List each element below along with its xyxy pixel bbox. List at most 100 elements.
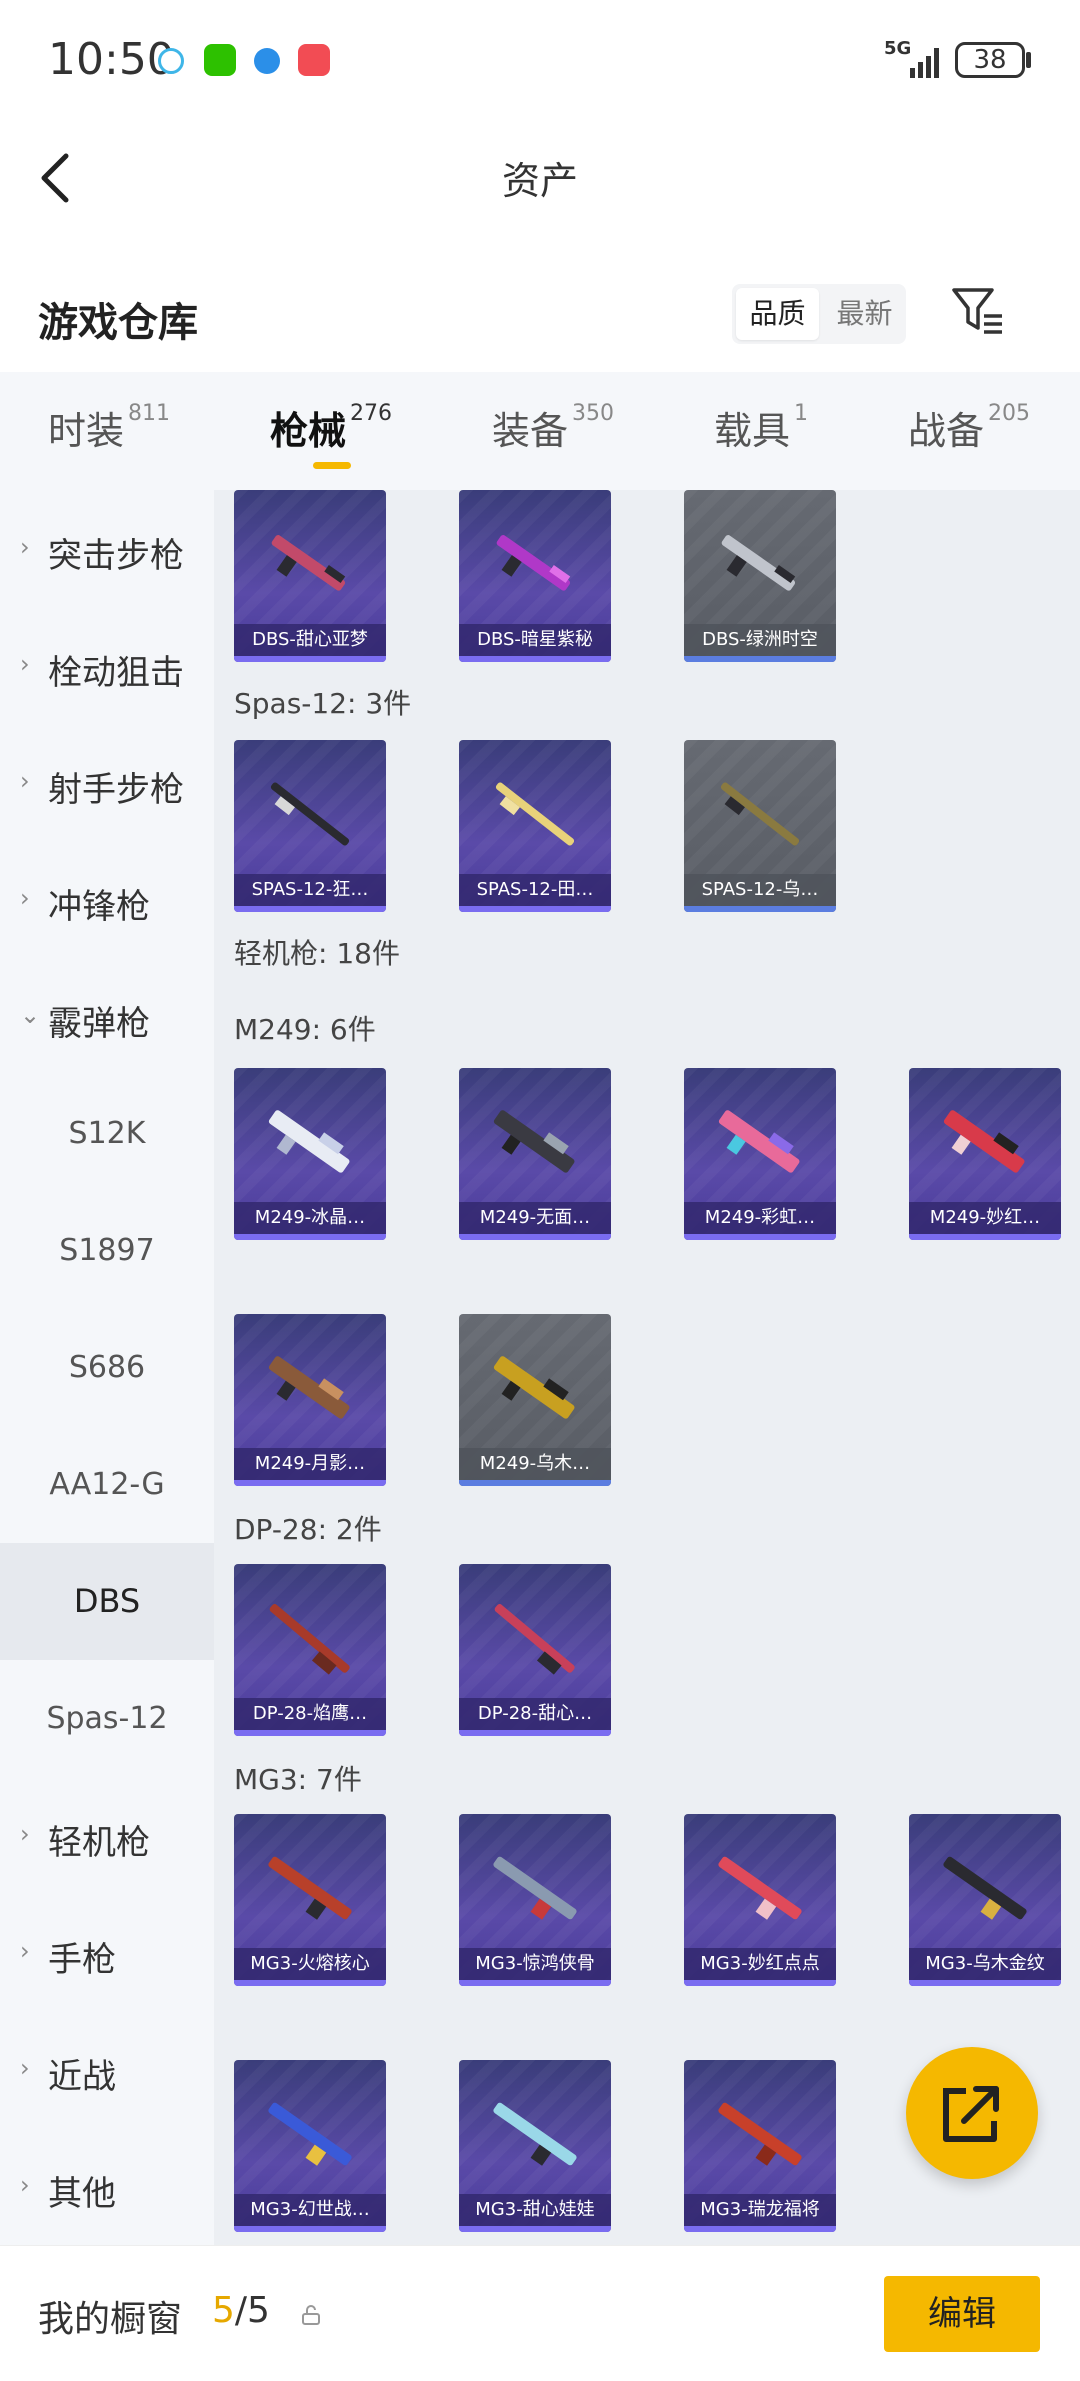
item-name: M249-无面… bbox=[459, 1202, 611, 1234]
gun-icon bbox=[718, 2102, 802, 2166]
gun-icon bbox=[493, 1110, 575, 1173]
tab-label: 装备 bbox=[492, 409, 569, 453]
rarity-bar bbox=[234, 656, 386, 662]
item-card[interactable]: MG3-乌木金纹 bbox=[909, 1814, 1061, 1986]
item-name: DP-28-焰鹰… bbox=[234, 1698, 386, 1730]
section-label-mg3: MG3: 7件 bbox=[234, 1763, 362, 1796]
item-name: SPAS-12-乌… bbox=[684, 874, 836, 906]
sidebar-item-marksman-rifle[interactable]: › 射手步枪 bbox=[0, 724, 214, 841]
sidebar-sub-s1897[interactable]: S1897 bbox=[0, 1192, 214, 1309]
sort-toggle[interactable]: 品质 最新 bbox=[732, 284, 906, 344]
sidebar-item-label: 冲锋枪 bbox=[48, 887, 150, 927]
item-card[interactable]: DP-28-甜心… bbox=[459, 1564, 611, 1736]
item-name: MG3-妙红点点 bbox=[684, 1948, 836, 1980]
signal-icon bbox=[910, 48, 939, 78]
sidebar-sub-dbs[interactable]: DBS bbox=[0, 1543, 214, 1660]
sidebar-item-bolt-sniper[interactable]: › 栓动狙击 bbox=[0, 607, 214, 724]
active-tab-indicator bbox=[313, 462, 351, 469]
rarity-bar bbox=[459, 906, 611, 912]
gun-icon bbox=[943, 1110, 1025, 1173]
item-card[interactable]: DBS-暗星紫秘 bbox=[459, 490, 611, 662]
section-label-spas12: Spas-12: 3件 bbox=[234, 687, 412, 720]
rarity-bar bbox=[459, 656, 611, 662]
gun-icon bbox=[268, 1356, 350, 1419]
tab-costume[interactable]: 时装 811 bbox=[48, 400, 170, 455]
rarity-bar bbox=[234, 1980, 386, 1986]
chevron-right-icon: › bbox=[20, 884, 30, 912]
chat-app-icon bbox=[158, 48, 184, 74]
sidebar-item-pistol[interactable]: › 手枪 bbox=[0, 1894, 214, 2011]
sidebar-sub-s12k[interactable]: S12K bbox=[0, 1075, 214, 1192]
filter-icon[interactable] bbox=[948, 282, 1006, 340]
item-card[interactable]: MG3-惊鸿侠骨 bbox=[459, 1814, 611, 1986]
item-card[interactable]: M249-妙红… bbox=[909, 1068, 1061, 1240]
sidebar-sub-spas12[interactable]: Spas-12 bbox=[0, 1660, 214, 1777]
gun-icon bbox=[493, 1356, 575, 1419]
rarity-bar bbox=[684, 1234, 836, 1240]
rarity-bar bbox=[234, 1234, 386, 1240]
item-card[interactable]: M249-月影… bbox=[234, 1314, 386, 1486]
tab-battle-gear[interactable]: 战备 205 bbox=[908, 400, 1030, 455]
gun-icon bbox=[268, 1856, 352, 1920]
item-card[interactable]: M249-冰晶… bbox=[234, 1068, 386, 1240]
sidebar-item-label: 射手步枪 bbox=[48, 770, 184, 810]
gun-icon bbox=[718, 1110, 800, 1173]
tab-label: 枪械 bbox=[270, 409, 347, 453]
sidebar-item-shotgun[interactable]: ⌄ 霰弹枪 bbox=[0, 958, 214, 1075]
item-card[interactable]: DBS-甜心亚梦 bbox=[234, 490, 386, 662]
category-tabs: 时装 811 枪械 276 装备 350 载具 1 战备 205 bbox=[0, 372, 1080, 490]
item-card[interactable]: MG3-甜心娃娃 bbox=[459, 2060, 611, 2232]
share-icon bbox=[943, 2086, 999, 2142]
sidebar-sub-s686[interactable]: S686 bbox=[0, 1309, 214, 1426]
item-card[interactable]: M249-彩虹… bbox=[684, 1068, 836, 1240]
sidebar-item-lmg[interactable]: › 轻机枪 bbox=[0, 1777, 214, 1894]
tab-count: 276 bbox=[350, 401, 393, 427]
rarity-bar bbox=[909, 1980, 1061, 1986]
sidebar-item-assault-rifle[interactable]: › 突击步枪 bbox=[0, 490, 214, 607]
sidebar-item-melee[interactable]: › 近战 bbox=[0, 2011, 214, 2128]
item-card[interactable]: M249-无面… bbox=[459, 1068, 611, 1240]
item-card[interactable]: M249-乌木… bbox=[459, 1314, 611, 1486]
item-card[interactable]: MG3-瑞龙福将 bbox=[684, 2060, 836, 2232]
item-name: MG3-乌木金纹 bbox=[909, 1948, 1061, 1980]
item-card[interactable]: MG3-幻世战… bbox=[234, 2060, 386, 2232]
chevron-right-icon: › bbox=[20, 1937, 30, 1965]
status-bar: 10:50 5G 38 bbox=[0, 0, 1080, 124]
rarity-bar bbox=[909, 1234, 1061, 1240]
tab-vehicles[interactable]: 载具 1 bbox=[714, 400, 808, 455]
item-card[interactable]: MG3-火熔核心 bbox=[234, 1814, 386, 1986]
sidebar-item-other[interactable]: › 其他 bbox=[0, 2128, 214, 2245]
share-button[interactable] bbox=[906, 2047, 1038, 2179]
tab-label: 载具 bbox=[714, 409, 791, 453]
rarity-bar bbox=[234, 2226, 386, 2232]
battery-indicator: 38 bbox=[955, 42, 1025, 78]
item-card[interactable]: DBS-绿洲时空 bbox=[684, 490, 836, 662]
item-card[interactable]: MG3-妙红点点 bbox=[684, 1814, 836, 1986]
chevron-right-icon: › bbox=[20, 2054, 30, 2082]
section-label-lmg: 轻机枪: 18件 bbox=[234, 937, 400, 970]
tab-firearms[interactable]: 枪械 276 bbox=[270, 400, 392, 455]
item-card[interactable]: SPAS-12-狂… bbox=[234, 740, 386, 912]
gun-icon bbox=[268, 1110, 350, 1173]
showcase-count: 5/5 bbox=[212, 2290, 270, 2331]
item-name: DP-28-甜心… bbox=[459, 1698, 611, 1730]
item-name: MG3-幻世战… bbox=[234, 2194, 386, 2226]
clock: 10:50 bbox=[48, 34, 175, 85]
gun-icon bbox=[268, 2102, 352, 2166]
item-card[interactable]: SPAS-12-田… bbox=[459, 740, 611, 912]
gun-icon bbox=[496, 535, 571, 591]
item-card[interactable]: SPAS-12-乌… bbox=[684, 740, 836, 912]
rarity-bar bbox=[684, 1980, 836, 1986]
item-grid: DBS-甜心亚梦 DBS-暗星紫秘 DBS-绿洲时空 Spas-12: 3件 S… bbox=[214, 490, 1080, 2245]
chevron-down-icon: ⌄ bbox=[20, 1001, 41, 1029]
edit-button[interactable]: 编辑 bbox=[884, 2276, 1040, 2352]
item-card[interactable]: DP-28-焰鹰… bbox=[234, 1564, 386, 1736]
sidebar-item-smg[interactable]: › 冲锋枪 bbox=[0, 841, 214, 958]
sort-newest-option[interactable]: 最新 bbox=[823, 284, 906, 344]
tab-equipment[interactable]: 装备 350 bbox=[492, 400, 614, 455]
sort-quality-option[interactable]: 品质 bbox=[736, 288, 819, 340]
item-name: MG3-甜心娃娃 bbox=[459, 2194, 611, 2226]
section-label-m249: M249: 6件 bbox=[234, 1013, 376, 1046]
gun-icon bbox=[943, 1856, 1027, 1920]
sidebar-sub-aa12g[interactable]: AA12-G bbox=[0, 1426, 214, 1543]
